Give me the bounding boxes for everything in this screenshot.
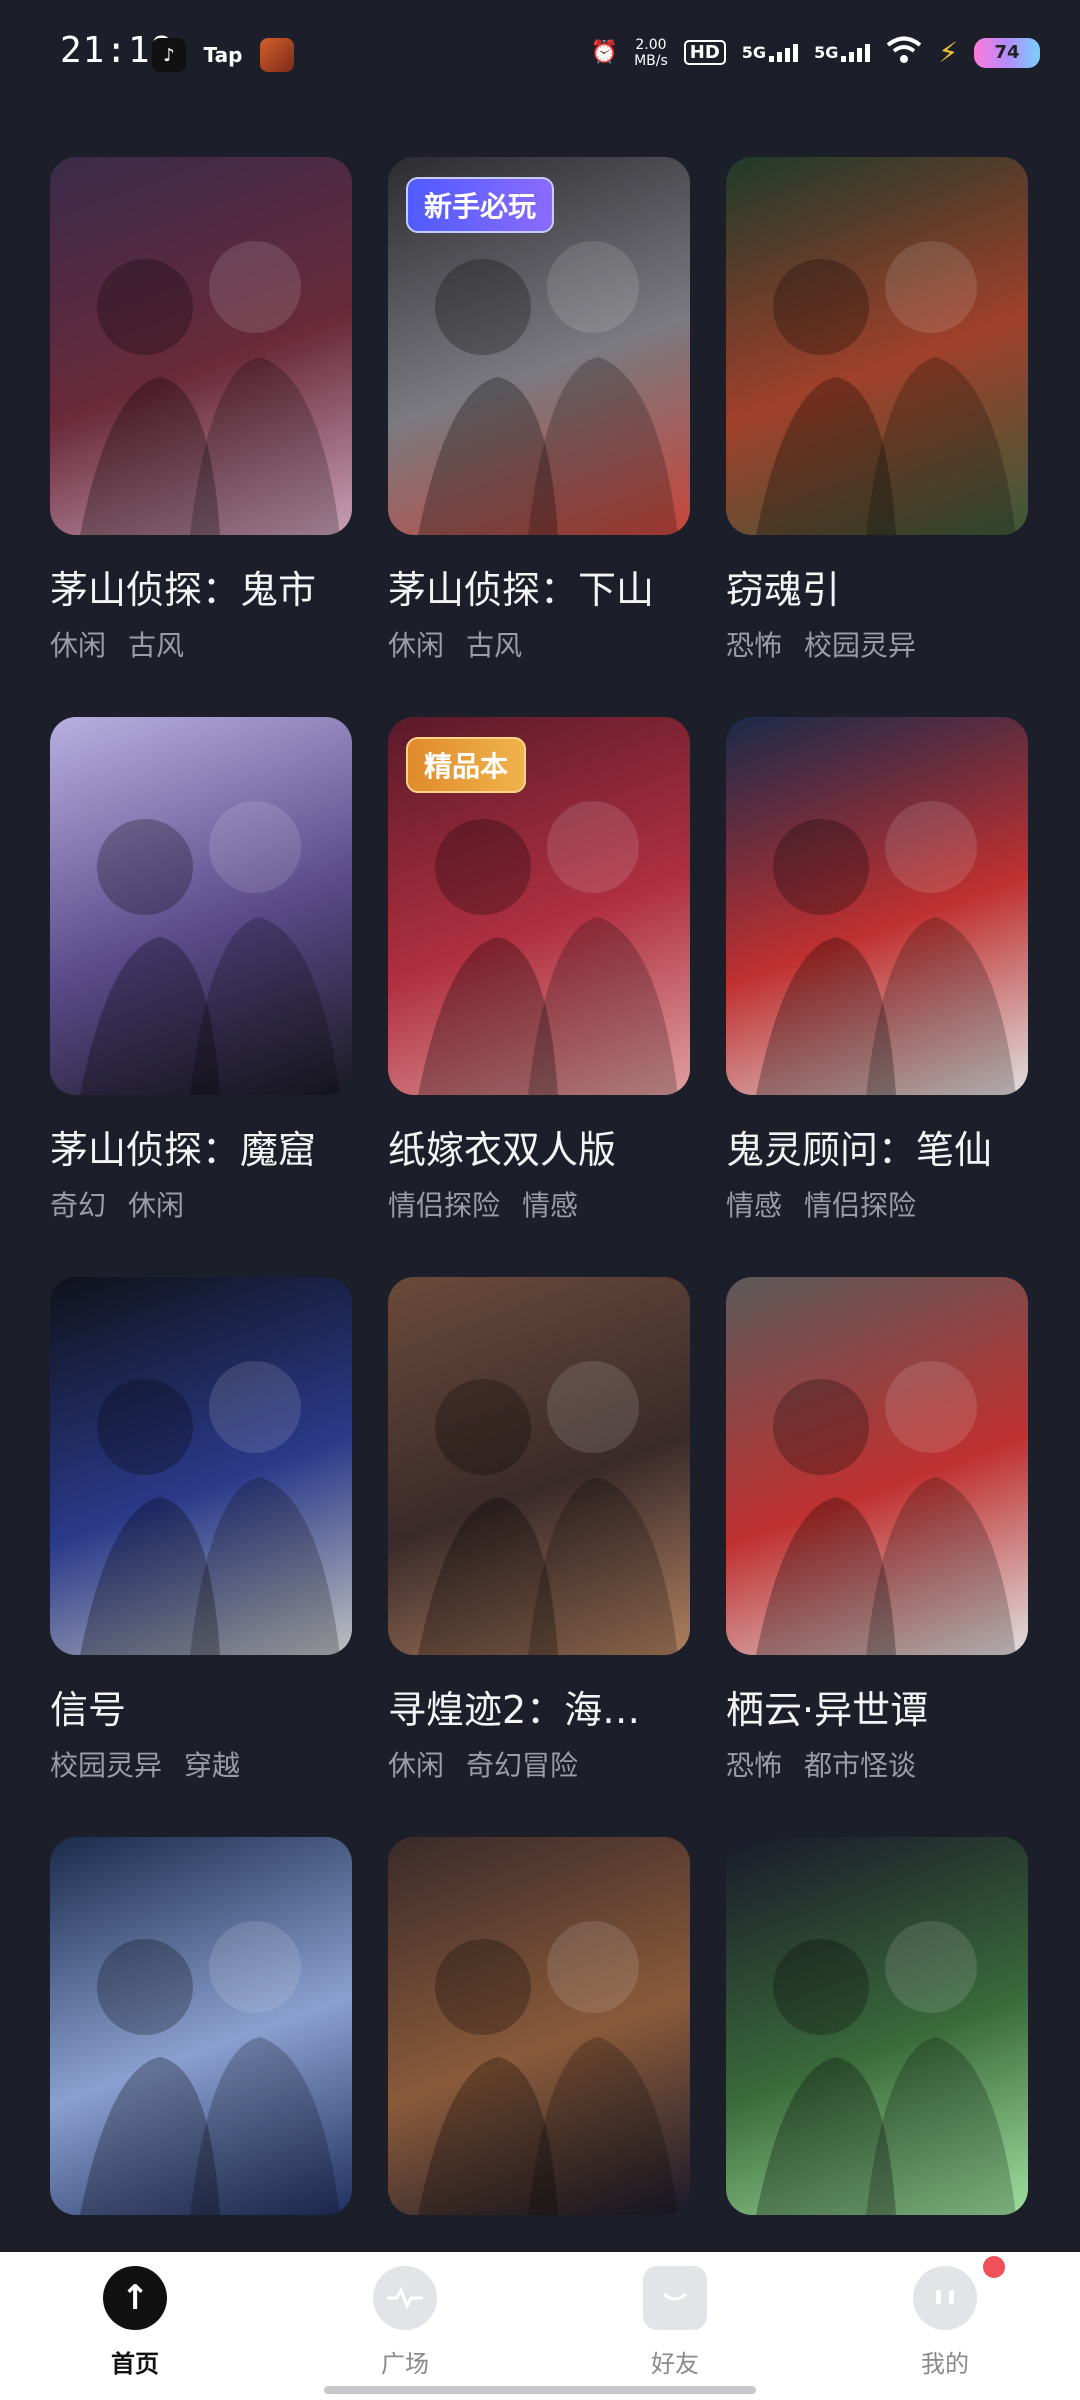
arrow-up-icon: ↑ (103, 2266, 167, 2330)
game-tag: 情感 (726, 1189, 783, 1222)
game-card[interactable]: 寻煌迹2：海… 休闲 奇幻冒险 (388, 1277, 690, 1837)
game-tag: 奇幻 (50, 1189, 107, 1222)
game-card[interactable]: 新手必玩茅山侦探：下山休闲 古风 (388, 157, 690, 717)
game-tag: 情侣探险 (388, 1189, 501, 1222)
game-tag: 校园灵异 (804, 629, 917, 662)
game-title[interactable]: 茅山侦探：鬼市 (50, 559, 352, 614)
game-card[interactable]: 精品本纸嫁衣双人版情侣探险 情感 (388, 717, 690, 1277)
game-tag: 奇幻冒险 (466, 1749, 579, 1782)
game-app-icon (260, 38, 294, 72)
game-tag: 情感 (522, 1189, 579, 1222)
notification-dot (983, 2256, 1005, 2278)
tiktok-icon: ♪ (152, 38, 186, 72)
game-tag: 都市怪谈 (804, 1749, 917, 1782)
game-tags: 恐怖 都市怪谈 (726, 1744, 1028, 1784)
game-tag: 恐怖 (726, 629, 783, 662)
tap-icon: Tap (203, 43, 243, 67)
game-card[interactable]: 信号校园灵异 穿越 (50, 1277, 352, 1837)
game-tags: 休闲 奇幻冒险 (388, 1744, 690, 1784)
nav-friends-label: 好友 (651, 2350, 699, 2378)
nav-friends[interactable]: 好友 (615, 2266, 735, 2379)
nav-square-label: 广场 (381, 2350, 429, 2378)
new-player-badge: 新手必玩 (406, 177, 555, 233)
game-title[interactable]: 信号 (50, 1679, 352, 1734)
signal-bars-icon (841, 44, 871, 62)
game-tag: 穿越 (184, 1749, 241, 1782)
game-title[interactable]: 栖云·异世谭 (726, 1679, 1028, 1734)
game-tag: 古风 (128, 629, 185, 662)
game-tags: 休闲 古风 (50, 624, 352, 664)
game-cover-image[interactable] (50, 157, 352, 535)
nav-me[interactable]: 我的 (885, 2256, 1005, 2379)
hd-voice-icon: HD (683, 40, 726, 65)
nav-home[interactable]: ↑ 首页 (75, 2266, 195, 2379)
status-app-icons: ♪ Tap (152, 38, 294, 72)
charging-icon: ⚡ (938, 36, 958, 69)
game-card[interactable]: 茅山侦探：魔窟奇幻 休闲 (50, 717, 352, 1277)
profile-face-icon (913, 2256, 1005, 2330)
game-cover-image[interactable] (50, 1277, 352, 1655)
game-tag: 休闲 (50, 629, 107, 662)
game-tags: 情感 情侣探险 (726, 1184, 1028, 1224)
game-tag: 校园灵异 (50, 1749, 163, 1782)
bottom-navigation: ↑ 首页 广场 好友 我的 (0, 2252, 1080, 2400)
premium-badge: 精品本 (406, 737, 527, 793)
game-grid: 茅山侦探：鬼市 休闲 古风 新手必玩 茅山侦探：下山 休闲 古风 窃魂引 恐怖 校园灵异 茅山… (50, 157, 1030, 2397)
game-title[interactable]: 鬼灵顾问：笔仙 (726, 1119, 1028, 1174)
pulse-icon (373, 2266, 437, 2330)
game-card[interactable]: 茅山侦探：鬼市休闲 古风 (50, 157, 352, 717)
status-bar: 21:18 ♪ Tap ⏰ 2.00 MB/s HD 5G 5G ⚡ 74 (0, 0, 1080, 110)
game-tags: 奇幻 休闲 (50, 1184, 352, 1224)
game-title[interactable]: 寻煌迹2：海… (388, 1679, 690, 1734)
game-tag: 休闲 (388, 629, 445, 662)
game-cover-image[interactable] (726, 1837, 1028, 2215)
nav-square[interactable]: 广场 (345, 2266, 465, 2379)
game-cover-image[interactable]: 新手必玩 (388, 157, 690, 535)
game-title[interactable]: 窃魂引 (726, 559, 1028, 614)
game-cover-image[interactable] (726, 717, 1028, 1095)
game-title[interactable]: 茅山侦探：下山 (388, 559, 690, 614)
game-cover-image[interactable] (388, 1277, 690, 1655)
game-tag: 休闲 (388, 1749, 445, 1782)
game-tag: 情侣探险 (804, 1189, 917, 1222)
game-cover-image[interactable] (50, 1837, 352, 2215)
game-cover-image[interactable]: 精品本 (388, 717, 690, 1095)
game-title[interactable]: 纸嫁衣双人版 (388, 1119, 690, 1174)
network-speed: 2.00 MB/s (634, 36, 668, 69)
alarm-icon: ⏰ (590, 39, 619, 65)
game-tags: 休闲 古风 (388, 624, 690, 664)
signal-bars-icon (769, 44, 799, 62)
game-tags: 情侣探险 情感 (388, 1184, 690, 1224)
game-tags: 恐怖 校园灵异 (726, 624, 1028, 664)
game-cover-image[interactable] (726, 157, 1028, 535)
game-card[interactable]: 栖云·异世谭恐怖 都市怪谈 (726, 1277, 1028, 1837)
game-cover-image[interactable] (50, 717, 352, 1095)
game-tag: 休闲 (128, 1189, 185, 1222)
signal-sim2: 5G (814, 43, 871, 62)
wifi-icon (886, 36, 922, 69)
game-cover-image[interactable] (388, 1837, 690, 2215)
game-tags: 校园灵异 穿越 (50, 1744, 352, 1784)
nav-me-label: 我的 (921, 2350, 969, 2378)
game-card[interactable]: 窃魂引恐怖 校园灵异 (726, 157, 1028, 717)
chat-bubble-icon (643, 2266, 707, 2330)
game-title[interactable]: 茅山侦探：魔窟 (50, 1119, 352, 1174)
game-tag: 恐怖 (726, 1749, 783, 1782)
home-indicator[interactable] (324, 2386, 756, 2394)
status-indicators: ⏰ 2.00 MB/s HD 5G 5G ⚡ 74 (591, 36, 1040, 69)
game-card[interactable]: 鬼灵顾问：笔仙情感 情侣探险 (726, 717, 1028, 1277)
game-tag: 古风 (466, 629, 523, 662)
nav-home-label: 首页 (111, 2350, 159, 2378)
signal-sim1: 5G (742, 43, 799, 62)
battery-indicator: 74 (974, 37, 1040, 68)
game-cover-image[interactable] (726, 1277, 1028, 1655)
